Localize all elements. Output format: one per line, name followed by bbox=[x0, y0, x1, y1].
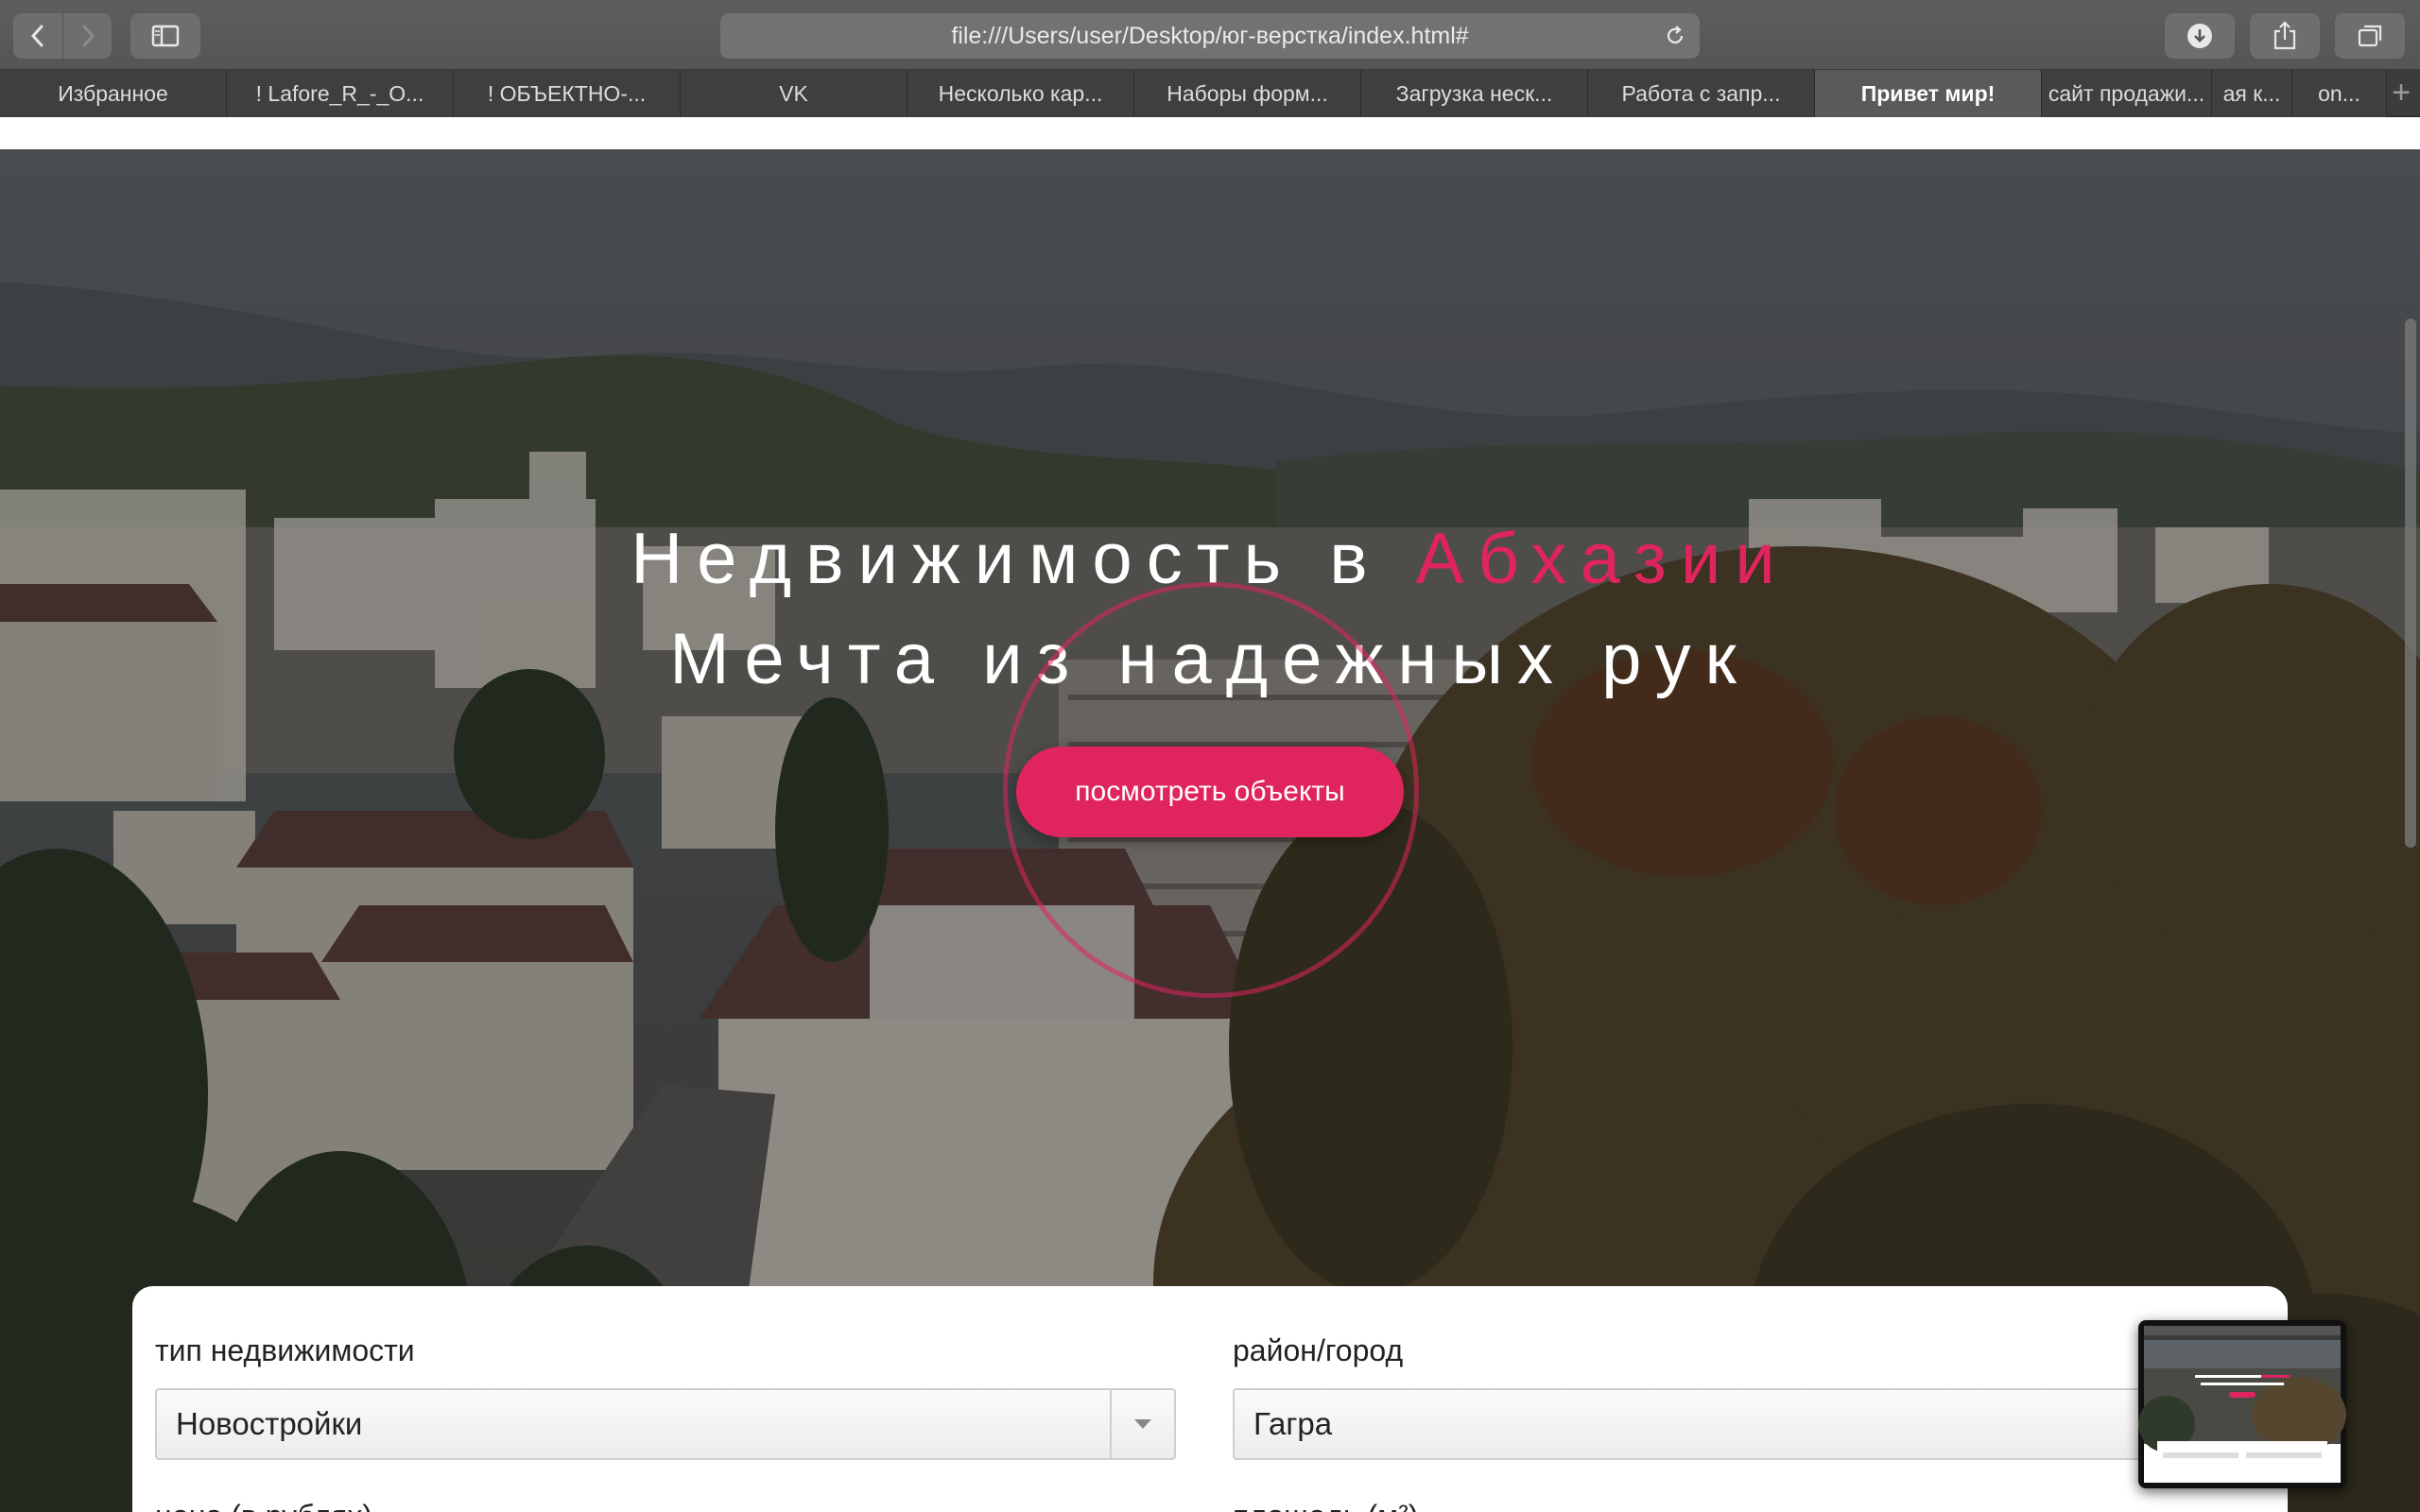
hero-title-accent: Абхазии bbox=[1415, 519, 1789, 599]
nav-buttons bbox=[13, 13, 112, 59]
hero-section: Недвижимость в Абхазии Мечта из надежных… bbox=[0, 149, 2420, 1512]
share-button[interactable] bbox=[2250, 13, 2320, 59]
district-select[interactable]: Гагра bbox=[1233, 1388, 2273, 1460]
sidebar-icon bbox=[151, 25, 180, 47]
sidebar-button[interactable] bbox=[130, 13, 200, 59]
tab-oop[interactable]: ! ОБЪЕКТНО-... bbox=[454, 70, 681, 117]
download-icon bbox=[2187, 24, 2212, 48]
tabs-overview-icon bbox=[2358, 25, 2382, 47]
tab-uploads[interactable]: Загрузка неск... bbox=[1361, 70, 1588, 117]
property-type-label: тип недвижимости bbox=[155, 1333, 415, 1367]
address-bar[interactable]: file:///Users/user/Desktop/юг-верстка/in… bbox=[720, 13, 1700, 59]
back-icon bbox=[30, 25, 43, 47]
tab-hello-world[interactable]: Привет мир! bbox=[1815, 70, 2042, 117]
search-form-card: тип недвижимости Новостройки район/город… bbox=[132, 1286, 2288, 1512]
tab-form-sets[interactable]: Наборы форм... bbox=[1134, 70, 1361, 117]
tab-requests[interactable]: Работа с запр... bbox=[1588, 70, 1815, 117]
tab-truncated-1[interactable]: ая к... bbox=[2212, 70, 2292, 117]
share-icon bbox=[2273, 21, 2296, 50]
tabs-overview-button[interactable] bbox=[2335, 13, 2405, 59]
tab-vk[interactable]: VK bbox=[681, 70, 908, 117]
district-label: район/город bbox=[1233, 1333, 1404, 1367]
screenshot-thumbnail[interactable] bbox=[2138, 1320, 2346, 1488]
new-tab-button[interactable]: + bbox=[2387, 70, 2420, 116]
url-text: file:///Users/user/Desktop/юг-верстка/in… bbox=[951, 22, 1469, 49]
tab-truncated-2[interactable]: on... bbox=[2292, 70, 2387, 117]
tab-several-cards[interactable]: Несколько кар... bbox=[908, 70, 1134, 117]
page-scrollbar[interactable] bbox=[2405, 318, 2416, 848]
download-button[interactable] bbox=[2165, 13, 2235, 59]
price-label: цена (в рублях) bbox=[155, 1499, 372, 1512]
property-type-value: Новостройки bbox=[176, 1406, 363, 1441]
property-type-dropdown-toggle[interactable] bbox=[1110, 1390, 1174, 1458]
hero-title-text: Недвижимость в bbox=[631, 519, 1382, 599]
tab-lafore[interactable]: ! Lafore_R_-_O... bbox=[227, 70, 454, 117]
back-button[interactable] bbox=[13, 13, 62, 59]
reload-icon[interactable] bbox=[1664, 25, 1686, 47]
forward-icon bbox=[82, 25, 95, 47]
view-objects-button[interactable]: посмотреть объекты bbox=[1016, 747, 1404, 837]
tab-site-sales[interactable]: сайт продажи... bbox=[2042, 70, 2212, 117]
chevron-down-icon bbox=[1134, 1419, 1151, 1429]
forward-button[interactable] bbox=[62, 13, 112, 59]
screenshot-preview-image bbox=[2138, 1326, 2346, 1483]
browser-toolbar: file:///Users/user/Desktop/юг-верстка/in… bbox=[0, 0, 2420, 70]
web-page: Недвижимость в Абхазии Мечта из надежных… bbox=[0, 118, 2420, 1512]
tab-bar: Избранное ! Lafore_R_-_O... ! ОБЪЕКТНО-.… bbox=[0, 70, 2420, 117]
tab-favorites[interactable]: Избранное bbox=[0, 70, 227, 117]
district-value: Гагра bbox=[1253, 1406, 1333, 1441]
property-type-select[interactable]: Новостройки bbox=[155, 1388, 1176, 1460]
area-label: площадь (м²) bbox=[1233, 1499, 1418, 1512]
